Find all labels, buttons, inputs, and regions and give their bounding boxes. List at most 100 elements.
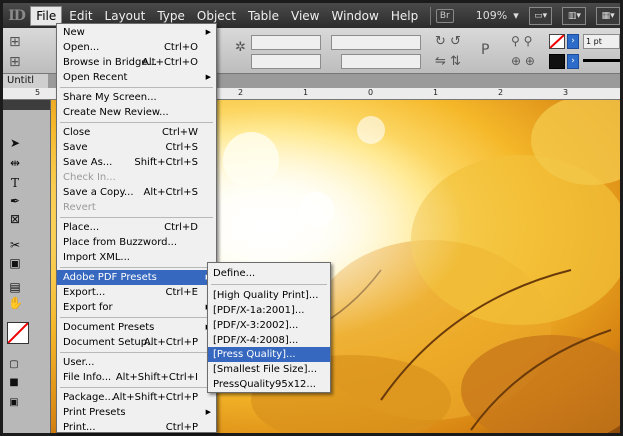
scale-y-field[interactable] xyxy=(251,54,321,69)
scissors-tool-icon[interactable]: ✂ xyxy=(8,238,22,252)
zoom-control[interactable]: 109% ▾ xyxy=(476,9,519,22)
menu-item-export[interactable]: Export... Ctrl+E xyxy=(57,285,216,300)
menu-item-print-presets[interactable]: Print Presets ▶ xyxy=(57,405,216,420)
type-tool-icon[interactable]: T xyxy=(8,176,22,190)
rotation-field[interactable] xyxy=(331,35,421,50)
stroke-swatch[interactable] xyxy=(549,54,565,69)
submenu-item-pdfx-3[interactable]: [PDF/X-3:2002]... xyxy=(208,318,330,333)
formatting-container-icon[interactable]: ▢ xyxy=(7,358,21,372)
scale-x-field[interactable] xyxy=(251,35,321,50)
menu-item-save-as[interactable]: Save As... Shift+Ctrl+S xyxy=(57,155,216,170)
rotate-icon[interactable]: ↻ ↺ xyxy=(435,34,461,49)
rectangle-frame-tool-icon[interactable]: ⊠ xyxy=(8,212,22,226)
menu-item-document-setup[interactable]: Document Setup... Alt+Ctrl+P xyxy=(57,335,216,350)
fill-menu-button[interactable]: › xyxy=(567,34,579,49)
menu-item-browse-in-bridge[interactable]: Browse in Bridge... Alt+Ctrl+O xyxy=(57,55,216,70)
no-fill-icon xyxy=(8,323,28,343)
gap-tool-icon[interactable]: ⇹ xyxy=(8,156,22,170)
menu-item-open[interactable]: Open... Ctrl+O xyxy=(57,40,216,55)
menu-item-import-xml[interactable]: Import XML... xyxy=(57,250,216,265)
hand-tool-icon[interactable]: ✋ xyxy=(8,296,23,310)
gradient-tool-icon[interactable]: ▣ xyxy=(8,256,22,270)
type-on-path-icon[interactable]: P xyxy=(481,42,489,58)
menu-item-save-a-copy[interactable]: Save a Copy... Alt+Ctrl+S xyxy=(57,185,216,200)
menu-item-save[interactable]: Save Ctrl+S xyxy=(57,140,216,155)
menu-item-close[interactable]: Close Ctrl+W xyxy=(57,125,216,140)
select-container-icon[interactable]: ⚲ ⚲ xyxy=(511,34,532,48)
submenu-arrow-icon: ▶ xyxy=(205,408,211,416)
menu-item-export-for[interactable]: Export for▶ xyxy=(57,300,216,315)
chevron-down-icon: ▾ xyxy=(513,9,519,22)
document-tab[interactable]: Untitl xyxy=(3,74,48,88)
select-content-icon[interactable]: ⊕ ⊕ xyxy=(511,54,535,68)
menu-separator xyxy=(60,352,213,353)
menu-separator xyxy=(60,267,213,268)
menu-item-print[interactable]: Print... Ctrl+P xyxy=(57,420,216,435)
menu-item-share-my-screen[interactable]: Share My Screen... xyxy=(57,90,216,105)
menu-item-revert: Revert xyxy=(63,202,96,213)
menu-item-file-info[interactable]: File Info... Alt+Shift+Ctrl+I xyxy=(57,370,216,385)
screen-mode-icon[interactable]: ▭▾ xyxy=(528,6,553,25)
menu-edit[interactable]: Edit xyxy=(64,7,97,25)
submenu-item-smallest-file-size[interactable]: [Smallest File Size]... xyxy=(208,362,330,377)
submenu-item-high-quality-print[interactable]: [High Quality Print]... xyxy=(208,288,330,303)
menu-item-place-from-buzzword[interactable]: Place from Buzzword... xyxy=(57,235,216,250)
menu-table[interactable]: Table xyxy=(243,7,284,25)
gear-icon[interactable]: ✲ xyxy=(235,40,246,55)
submenu-item-pdfx-1a[interactable]: [PDF/X-1a:2001]... xyxy=(208,303,330,318)
bridge-button[interactable]: Br xyxy=(435,8,454,23)
pdf-presets-submenu: Define... [High Quality Print]... [PDF/X… xyxy=(207,262,331,393)
arrange-documents-icon[interactable]: ▦▾ xyxy=(596,6,620,25)
menu-item-open-recent[interactable]: Open Recent ▶ xyxy=(57,70,216,85)
flip-icon[interactable]: ⇋ ⇅ xyxy=(435,54,461,69)
no-fill-icon xyxy=(550,35,564,48)
submenu-arrow-icon: ▶ xyxy=(205,73,211,81)
stroke-weight-field[interactable]: 1 pt xyxy=(583,34,620,49)
stroke-type-preview[interactable] xyxy=(583,59,620,62)
menu-window[interactable]: Window xyxy=(327,7,384,25)
fill-swatch[interactable] xyxy=(549,34,565,49)
tools-panel-header[interactable] xyxy=(3,100,50,110)
apply-color-icon[interactable]: ■ xyxy=(7,376,21,390)
menu-help[interactable]: Help xyxy=(386,7,423,25)
menu-item-document-presets[interactable]: Document Presets▶ xyxy=(57,320,216,335)
shear-field[interactable] xyxy=(341,54,421,69)
file-menu: New ▶ Open... Ctrl+O Browse in Bridge... Al… xyxy=(56,23,217,433)
menu-item-check-in: Check In... xyxy=(63,172,116,183)
menu-separator xyxy=(211,284,327,285)
menu-type[interactable]: Type xyxy=(152,7,190,25)
menu-item-place[interactable]: Place... Ctrl+D xyxy=(57,220,216,235)
note-tool-icon[interactable]: ▤ xyxy=(8,280,22,294)
submenu-item-pdfx-4[interactable]: [PDF/X-4:2008]... xyxy=(208,333,330,348)
selection-tool-icon[interactable]: ➤ xyxy=(8,136,22,150)
submenu-item-pressquality95x12[interactable]: PressQuality95x12... xyxy=(208,377,330,392)
ruler-label: 5 xyxy=(35,88,41,97)
menu-item-package[interactable]: Package... Alt+Shift+Ctrl+P xyxy=(57,390,216,405)
menu-separator xyxy=(60,87,213,88)
menu-item-create-new-review[interactable]: Create New Review... xyxy=(57,105,216,120)
tools-panel: ➤ ⇹ T ✒ ⊠ ✂ ▣ ▤ ✋ ▢ ■ ▣ xyxy=(3,100,51,433)
menubar-separator xyxy=(430,6,431,25)
submenu-item-press-quality[interactable]: [Press Quality]... xyxy=(208,347,330,362)
menu-separator xyxy=(60,317,213,318)
submenu-item-define[interactable]: Define... xyxy=(208,266,330,281)
view-mode-icon[interactable]: ▣ xyxy=(7,396,21,410)
menu-item-new[interactable]: New ▶ xyxy=(57,25,216,40)
reference-point-icon-2[interactable]: ⊞ xyxy=(9,54,21,70)
ruler-label: 1 xyxy=(433,88,439,97)
menu-item-user[interactable]: User... xyxy=(57,355,216,370)
zoom-value: 109% xyxy=(475,9,508,22)
menu-layout[interactable]: Layout xyxy=(100,7,151,25)
menu-separator xyxy=(60,122,213,123)
menu-separator xyxy=(60,387,213,388)
fill-stroke-swatch[interactable] xyxy=(7,322,29,344)
ruler-label: 0 xyxy=(368,88,374,97)
view-options-icon[interactable]: ▥▾ xyxy=(562,6,587,25)
menu-item-adobe-pdf-presets[interactable]: Adobe PDF Presets▶ xyxy=(57,270,216,285)
reference-point-icon[interactable]: ⊞ xyxy=(9,34,21,50)
ruler-label: 3 xyxy=(563,88,569,97)
menu-view[interactable]: View xyxy=(286,7,324,25)
stroke-menu-button[interactable]: › xyxy=(567,54,579,69)
pen-tool-icon[interactable]: ✒ xyxy=(8,194,22,208)
menu-object[interactable]: Object xyxy=(192,7,241,25)
